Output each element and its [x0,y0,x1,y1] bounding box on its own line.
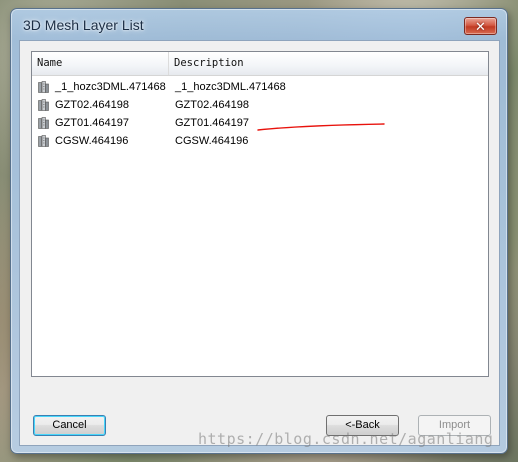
list-header: Name Description [32,52,488,76]
mesh-layer-icon [38,117,49,129]
close-button[interactable]: ✕ [464,17,497,35]
layer-description: GZT01.464197 [175,117,249,129]
layer-description: GZT02.464198 [175,99,249,111]
layer-name: GZT01.464197 [55,117,129,129]
list-row[interactable]: _1_hozc3DML.471468 _1_hozc3DML.471468 [32,78,488,96]
dialog-client-area: Name Description _1_hozc3DML.471468 _1_h… [19,40,500,446]
cancel-button[interactable]: Cancel [33,415,106,436]
mesh-layer-icon [38,135,49,147]
layer-description: CGSW.464196 [175,135,249,147]
column-header-description[interactable]: Description [169,52,489,75]
close-icon: ✕ [475,18,486,34]
title-bar[interactable]: 3D Mesh Layer List ✕ [11,9,507,43]
mesh-layer-icon [38,81,49,93]
window-title: 3D Mesh Layer List [23,17,144,33]
list-row[interactable]: GZT02.464198 GZT02.464198 [32,96,488,114]
layer-description: _1_hozc3DML.471468 [175,81,286,93]
red-underline-annotation [257,123,385,131]
layer-name: GZT02.464198 [55,99,129,111]
layer-list[interactable]: Name Description _1_hozc3DML.471468 _1_h… [31,51,489,377]
mesh-layer-icon [38,99,49,111]
layer-name: _1_hozc3DML.471468 [55,81,166,93]
column-header-name[interactable]: Name [32,52,169,75]
layer-name: CGSW.464196 [55,135,129,147]
watermark-text: https://blog.csdn.net/aganliang [198,430,494,448]
dialog-window: 3D Mesh Layer List ✕ Name Description _1… [10,8,508,454]
